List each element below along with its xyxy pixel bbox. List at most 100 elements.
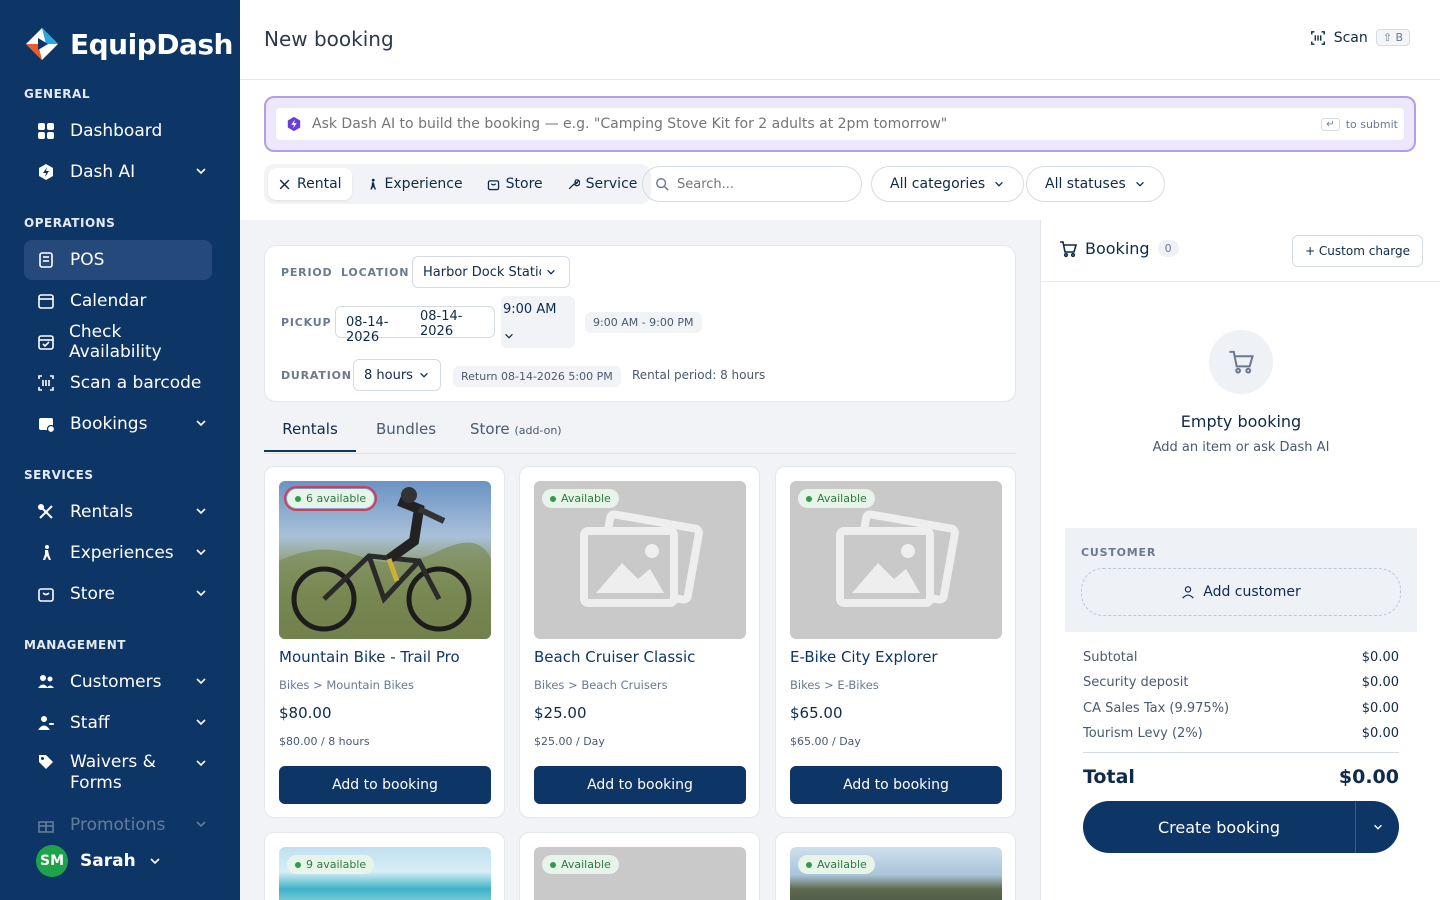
duration-label: DURATION	[281, 369, 352, 382]
product-rate: $80.00 / 8 hours	[279, 735, 370, 748]
sidebar-item-scan-barcode[interactable]: Scan a barcode	[24, 363, 212, 403]
sidebar-item-label: Promotions	[70, 815, 166, 835]
product-rate: $65.00 / Day	[790, 735, 861, 748]
chevron-down-icon	[505, 333, 513, 339]
sidebar-item-bookings[interactable]: Bookings	[24, 404, 212, 444]
wrench-icon	[568, 178, 580, 189]
scan-button[interactable]: Scan ⇧ B	[1310, 29, 1410, 46]
bookings-icon	[36, 414, 56, 434]
add-to-booking-button[interactable]: Add to booking	[790, 766, 1002, 804]
cart-icon	[1229, 350, 1254, 374]
summary-total: Total $0.00	[1083, 766, 1399, 788]
chevron-down-icon	[196, 821, 206, 828]
location-select[interactable]: Harbor Dock Station	[412, 256, 570, 288]
rental-period-card: PERIOD LOCATION Harbor Dock Station PICK…	[264, 245, 1016, 402]
chevron-down-icon	[196, 719, 206, 726]
grid-icon	[36, 121, 56, 141]
sidebar-item-dash-ai[interactable]: Dash AI	[24, 152, 212, 192]
sidebar-item-label: Waivers & Forms	[70, 752, 156, 793]
product-image: Available	[790, 481, 1002, 639]
location-label: LOCATION	[341, 266, 410, 279]
ai-prompt-input[interactable]	[312, 116, 1322, 132]
product-price: $80.00	[279, 704, 332, 722]
sidebar-item-calendar[interactable]: Calendar	[24, 281, 212, 321]
product-card: Available	[775, 832, 1016, 900]
product-name[interactable]: Mountain Bike - Trail Pro	[279, 648, 460, 666]
tab-rental[interactable]: Rental	[268, 168, 352, 200]
section-general: GENERAL	[24, 87, 90, 101]
sidebar-item-dashboard[interactable]: Dashboard	[24, 111, 212, 151]
scan-shortcut: ⇧ B	[1375, 29, 1410, 46]
tab-bundles[interactable]: Bundles	[376, 420, 436, 450]
product-name[interactable]: Beach Cruiser Classic	[534, 648, 695, 666]
tab-store-addon[interactable]: Store (add-on)	[470, 420, 562, 450]
tab-store[interactable]: Store	[477, 168, 553, 200]
availability-badge: 9 available	[287, 855, 375, 874]
section-operations: OPERATIONS	[24, 216, 116, 230]
product-search	[642, 166, 862, 202]
sidebar-item-staff[interactable]: Staff	[24, 703, 212, 743]
sidebar-item-customers[interactable]: Customers	[24, 662, 212, 702]
create-booking-label[interactable]: Create booking	[1083, 818, 1355, 837]
logo-icon	[24, 26, 60, 62]
sidebar-item-label: Store	[70, 584, 115, 604]
user-menu[interactable]: SM Sarah	[36, 845, 162, 877]
sidebar-item-experiences[interactable]: Experiences	[24, 533, 212, 573]
product-card: Available	[519, 832, 760, 900]
add-customer-button[interactable]: Add customer	[1081, 568, 1401, 616]
search-icon	[656, 178, 669, 191]
sidebar-item-rentals[interactable]: Rentals	[24, 492, 212, 532]
categories-filter[interactable]: All categories	[871, 166, 1025, 202]
create-options-toggle[interactable]	[1355, 801, 1399, 853]
return-chip: Return 08-14-2026 5:00 PM	[453, 366, 621, 387]
hiker-icon	[36, 543, 56, 563]
app-logo[interactable]: EquipDash	[24, 26, 233, 62]
product-category: Bikes > E-Bikes	[790, 678, 879, 692]
sidebar-item-label: Customers	[70, 672, 162, 692]
add-to-booking-button[interactable]: Add to booking	[534, 766, 746, 804]
customer-label: CUSTOMER	[1081, 546, 1157, 559]
product-card: 6 available Mountain Bike - Trail Pro Bi…	[264, 466, 505, 818]
sidebar: EquipDash GENERAL Dashboard Dash AI OPER…	[0, 0, 240, 900]
create-booking-button: Create booking	[1083, 801, 1399, 853]
empty-cart	[1209, 330, 1273, 394]
search-input[interactable]	[677, 176, 837, 192]
booking-panel: Booking 0 + Custom charge Empty booking …	[1040, 220, 1440, 900]
section-services: SERVICES	[24, 468, 94, 482]
sidebar-item-label: Rentals	[70, 502, 133, 522]
sidebar-item-label: POS	[70, 250, 105, 270]
hiker-icon	[369, 178, 376, 190]
statuses-filter[interactable]: All statuses	[1026, 166, 1165, 202]
product-rate: $25.00 / Day	[534, 735, 605, 748]
booking-count: 0	[1157, 240, 1179, 257]
sidebar-item-promotions[interactable]: Promotions	[24, 805, 212, 845]
product-image: 6 available	[279, 481, 491, 639]
product-image: Available	[534, 481, 746, 639]
cart-icon	[1060, 240, 1077, 257]
summary-subtotal: Subtotal $0.00	[1083, 650, 1399, 665]
pickup-time-select[interactable]: 9:00 AM	[501, 296, 575, 348]
page-title: New booking	[264, 27, 394, 51]
product-image: Available	[534, 847, 746, 900]
custom-charge-button[interactable]: + Custom charge	[1292, 235, 1423, 267]
booking-type-tabs: Rental Experience Store Service	[264, 164, 652, 204]
booking-toolbar: ↵to submit Rental Experience Store Servi…	[240, 80, 1440, 220]
tab-experience[interactable]: Experience	[356, 168, 473, 200]
duration-select[interactable]: 8 hours	[353, 359, 441, 391]
sidebar-item-label: Dashboard	[70, 121, 163, 141]
avatar: SM	[36, 845, 68, 877]
sidebar-item-waivers-forms[interactable]: Waivers & Forms	[24, 748, 212, 798]
users-icon	[36, 672, 56, 692]
tab-service[interactable]: Service	[557, 168, 648, 200]
add-to-booking-button[interactable]: Add to booking	[279, 766, 491, 804]
chevron-down-icon	[1373, 824, 1382, 830]
booking-title: Booking 0	[1059, 239, 1179, 258]
tab-rentals[interactable]: Rentals	[264, 420, 356, 452]
sidebar-item-pos[interactable]: POS	[24, 240, 212, 280]
product-name[interactable]: E-Bike City Explorer	[790, 648, 938, 666]
sidebar-item-store[interactable]: Store	[24, 574, 212, 614]
pickup-date-input[interactable]: 08-14-2026 08-14-2026	[335, 306, 495, 345]
staff-icon	[36, 713, 56, 733]
availability-badge: Available	[542, 489, 619, 508]
sidebar-item-check-availability[interactable]: Check Availability	[24, 322, 212, 362]
